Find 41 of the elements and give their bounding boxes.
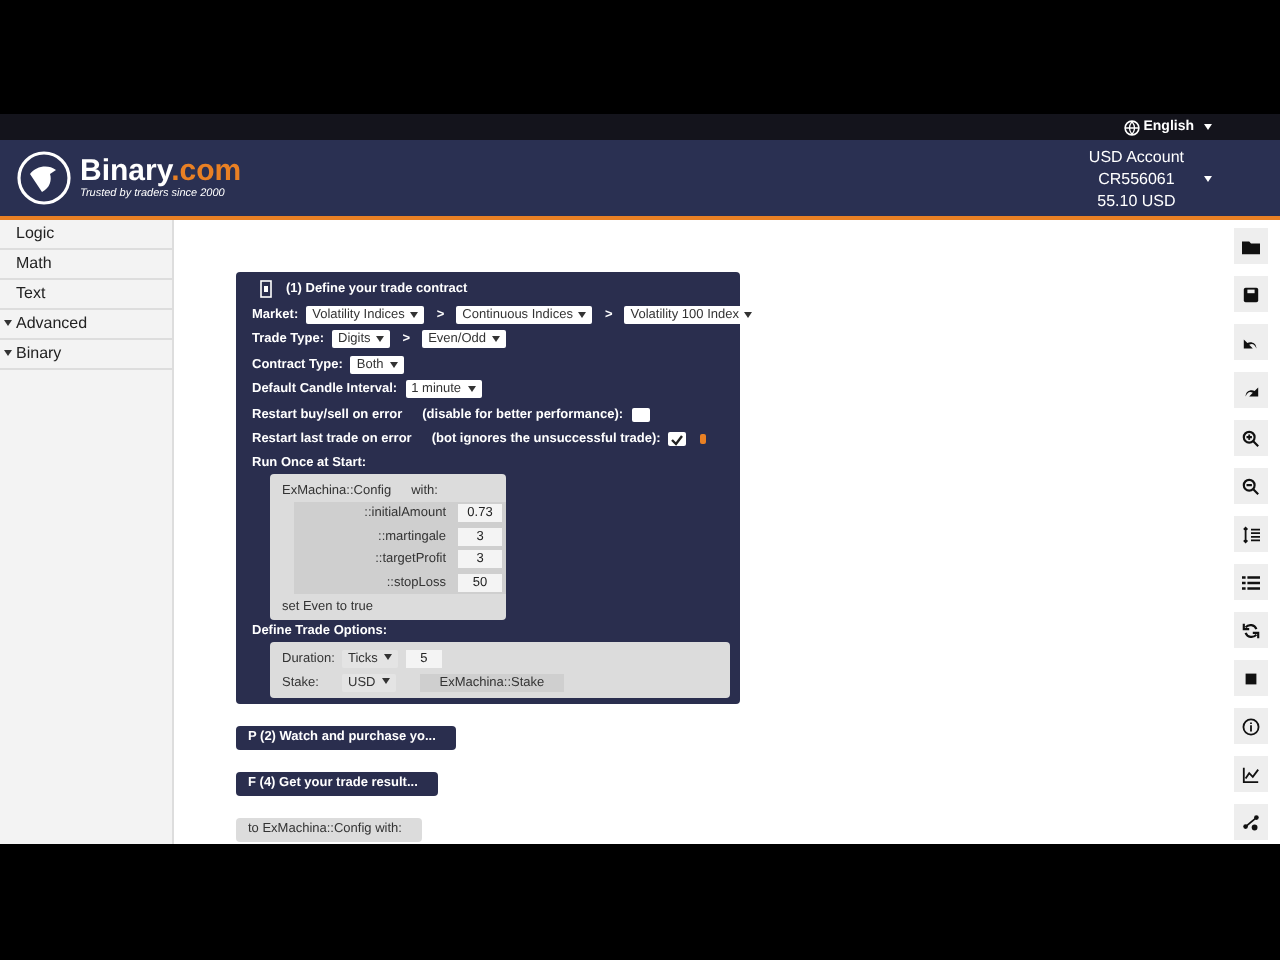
folder-button[interactable] (1233, 228, 1267, 264)
zoom-out-button[interactable] (1233, 468, 1267, 504)
document-icon (260, 280, 272, 298)
network-icon (1241, 813, 1259, 831)
chart-button[interactable] (1233, 756, 1267, 792)
sidebar-item[interactable]: Advanced (0, 310, 172, 340)
zoom-out-icon (1241, 477, 1259, 495)
list-icon (1241, 573, 1259, 591)
expand-caret-icon (4, 350, 12, 356)
folder-icon (1241, 237, 1259, 255)
network-button[interactable] (1233, 804, 1267, 840)
sidebar-item[interactable]: Math (0, 250, 172, 280)
checkbox[interactable] (668, 432, 687, 447)
checkbox[interactable] (631, 407, 650, 422)
globe-icon (1123, 119, 1140, 135)
account-type: USD Account (1088, 145, 1184, 167)
reload-icon (1241, 621, 1259, 639)
stop-icon (1241, 669, 1259, 687)
info-icon (1241, 717, 1259, 735)
logo-icon (16, 150, 72, 206)
expand-caret-icon (4, 320, 12, 326)
undo-button[interactable] (1233, 324, 1267, 360)
sort-icon (1241, 525, 1259, 543)
sort-button[interactable] (1233, 516, 1267, 552)
list-button[interactable] (1233, 564, 1267, 600)
sidebar-item[interactable]: Text (0, 280, 172, 310)
brand-name: Binary.com (80, 156, 242, 188)
account-dropdown-caret-icon[interactable] (1204, 175, 1212, 181)
account-id: CR556061 (1096, 167, 1177, 189)
redo-button[interactable] (1233, 372, 1267, 408)
reload-button[interactable] (1233, 612, 1267, 648)
save-button[interactable] (1233, 276, 1267, 312)
sidebar-item[interactable]: Binary (0, 340, 172, 370)
save-icon (1241, 285, 1259, 303)
stop-button[interactable] (1233, 660, 1267, 696)
chart-icon (1241, 765, 1259, 783)
sidebar-item[interactable]: Logic (0, 220, 172, 250)
info-button[interactable] (1233, 708, 1267, 744)
zoom-in-button[interactable] (1233, 420, 1267, 456)
zoom-in-icon (1241, 429, 1259, 447)
account-balance: 55.10 USD (1095, 189, 1178, 211)
